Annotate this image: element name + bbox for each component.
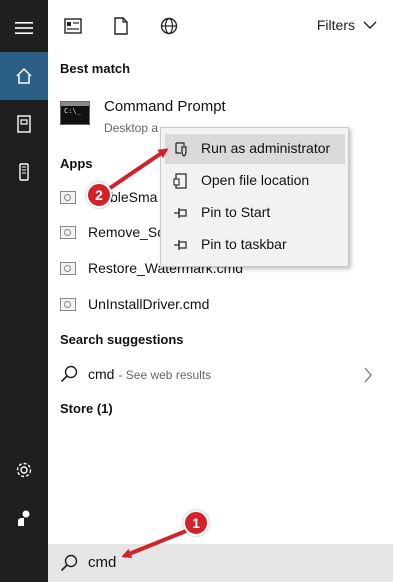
pin-icon	[174, 240, 187, 250]
folder-file-icon	[173, 173, 187, 189]
menu-item-label: Pin to Start	[201, 204, 271, 220]
chevron-right-icon[interactable]	[363, 366, 373, 384]
hamburger-icon	[15, 22, 33, 34]
menu-item-open-file-location[interactable]: Open file location	[165, 166, 345, 196]
menu-item-label: Pin to taskbar	[201, 236, 287, 252]
search-input[interactable]: cmd	[88, 554, 116, 571]
home-icon	[16, 67, 32, 84]
apps-heading: Apps	[60, 156, 93, 171]
apps-filter-icon[interactable]	[64, 17, 82, 35]
suggestion-hint: - See web results	[118, 368, 212, 382]
menu-item-run-as-administrator[interactable]: Run as administrator	[165, 134, 345, 164]
shield-icon	[175, 142, 187, 157]
menu-item-pin-to-start[interactable]: Pin to Start	[165, 198, 345, 228]
search-suggestions-heading: Search suggestions	[60, 332, 184, 347]
web-filter-icon[interactable]	[160, 17, 178, 35]
pin-icon	[174, 208, 187, 218]
chevron-down-icon	[363, 21, 377, 29]
gear-icon	[16, 462, 32, 478]
home-button[interactable]	[0, 52, 48, 100]
context-menu: Run as administrator Open file location …	[160, 127, 349, 267]
documents-button[interactable]	[0, 100, 48, 148]
store-heading[interactable]: Store (1)	[60, 401, 113, 416]
app-label: bleSma	[110, 189, 158, 205]
menu-item-label: Open file location	[201, 172, 310, 188]
app-label: UnInstallDriver.cmd	[88, 296, 210, 312]
command-prompt-icon: C:\_	[60, 101, 90, 125]
settings-button[interactable]	[0, 446, 48, 494]
search-icon	[60, 554, 78, 572]
arrow-to-run-as-admin	[108, 148, 169, 190]
notebook-icon	[17, 115, 31, 133]
suggestion-query: cmd	[88, 366, 115, 382]
left-rail	[0, 0, 48, 582]
device-button[interactable]	[0, 148, 48, 196]
cmd-script-icon	[60, 226, 76, 239]
search-box[interactable]: cmd	[48, 544, 393, 582]
filters-dropdown[interactable]: Filters	[317, 17, 377, 33]
top-toolbar: Filters	[48, 0, 393, 52]
app-list-item[interactable]: UnInstallDriver.cmd	[48, 292, 383, 320]
cmd-script-icon	[60, 298, 76, 311]
filters-label: Filters	[316, 17, 355, 33]
user-button[interactable]	[0, 494, 48, 542]
best-match-subtitle: Desktop a	[104, 121, 159, 135]
cmd-script-icon	[60, 191, 76, 204]
user-icon	[18, 510, 30, 526]
best-match-title: Command Prompt	[104, 98, 226, 115]
app-label: Remove_Sc	[88, 224, 165, 240]
annotation-arrows	[108, 148, 187, 559]
step-1-badge: 1	[183, 510, 209, 536]
hamburger-menu-button[interactable]	[0, 4, 48, 52]
phone-icon	[19, 163, 29, 181]
menu-item-pin-to-taskbar[interactable]: Pin to taskbar	[165, 230, 345, 260]
step-2-badge: 2	[86, 182, 112, 208]
documents-filter-icon[interactable]	[112, 17, 130, 35]
best-match-heading: Best match	[60, 61, 131, 76]
web-suggestion-item[interactable]: cmd - See web results	[48, 360, 383, 390]
cmd-script-icon	[60, 262, 76, 275]
menu-item-label: Run as administrator	[201, 140, 331, 156]
search-icon	[60, 365, 78, 383]
